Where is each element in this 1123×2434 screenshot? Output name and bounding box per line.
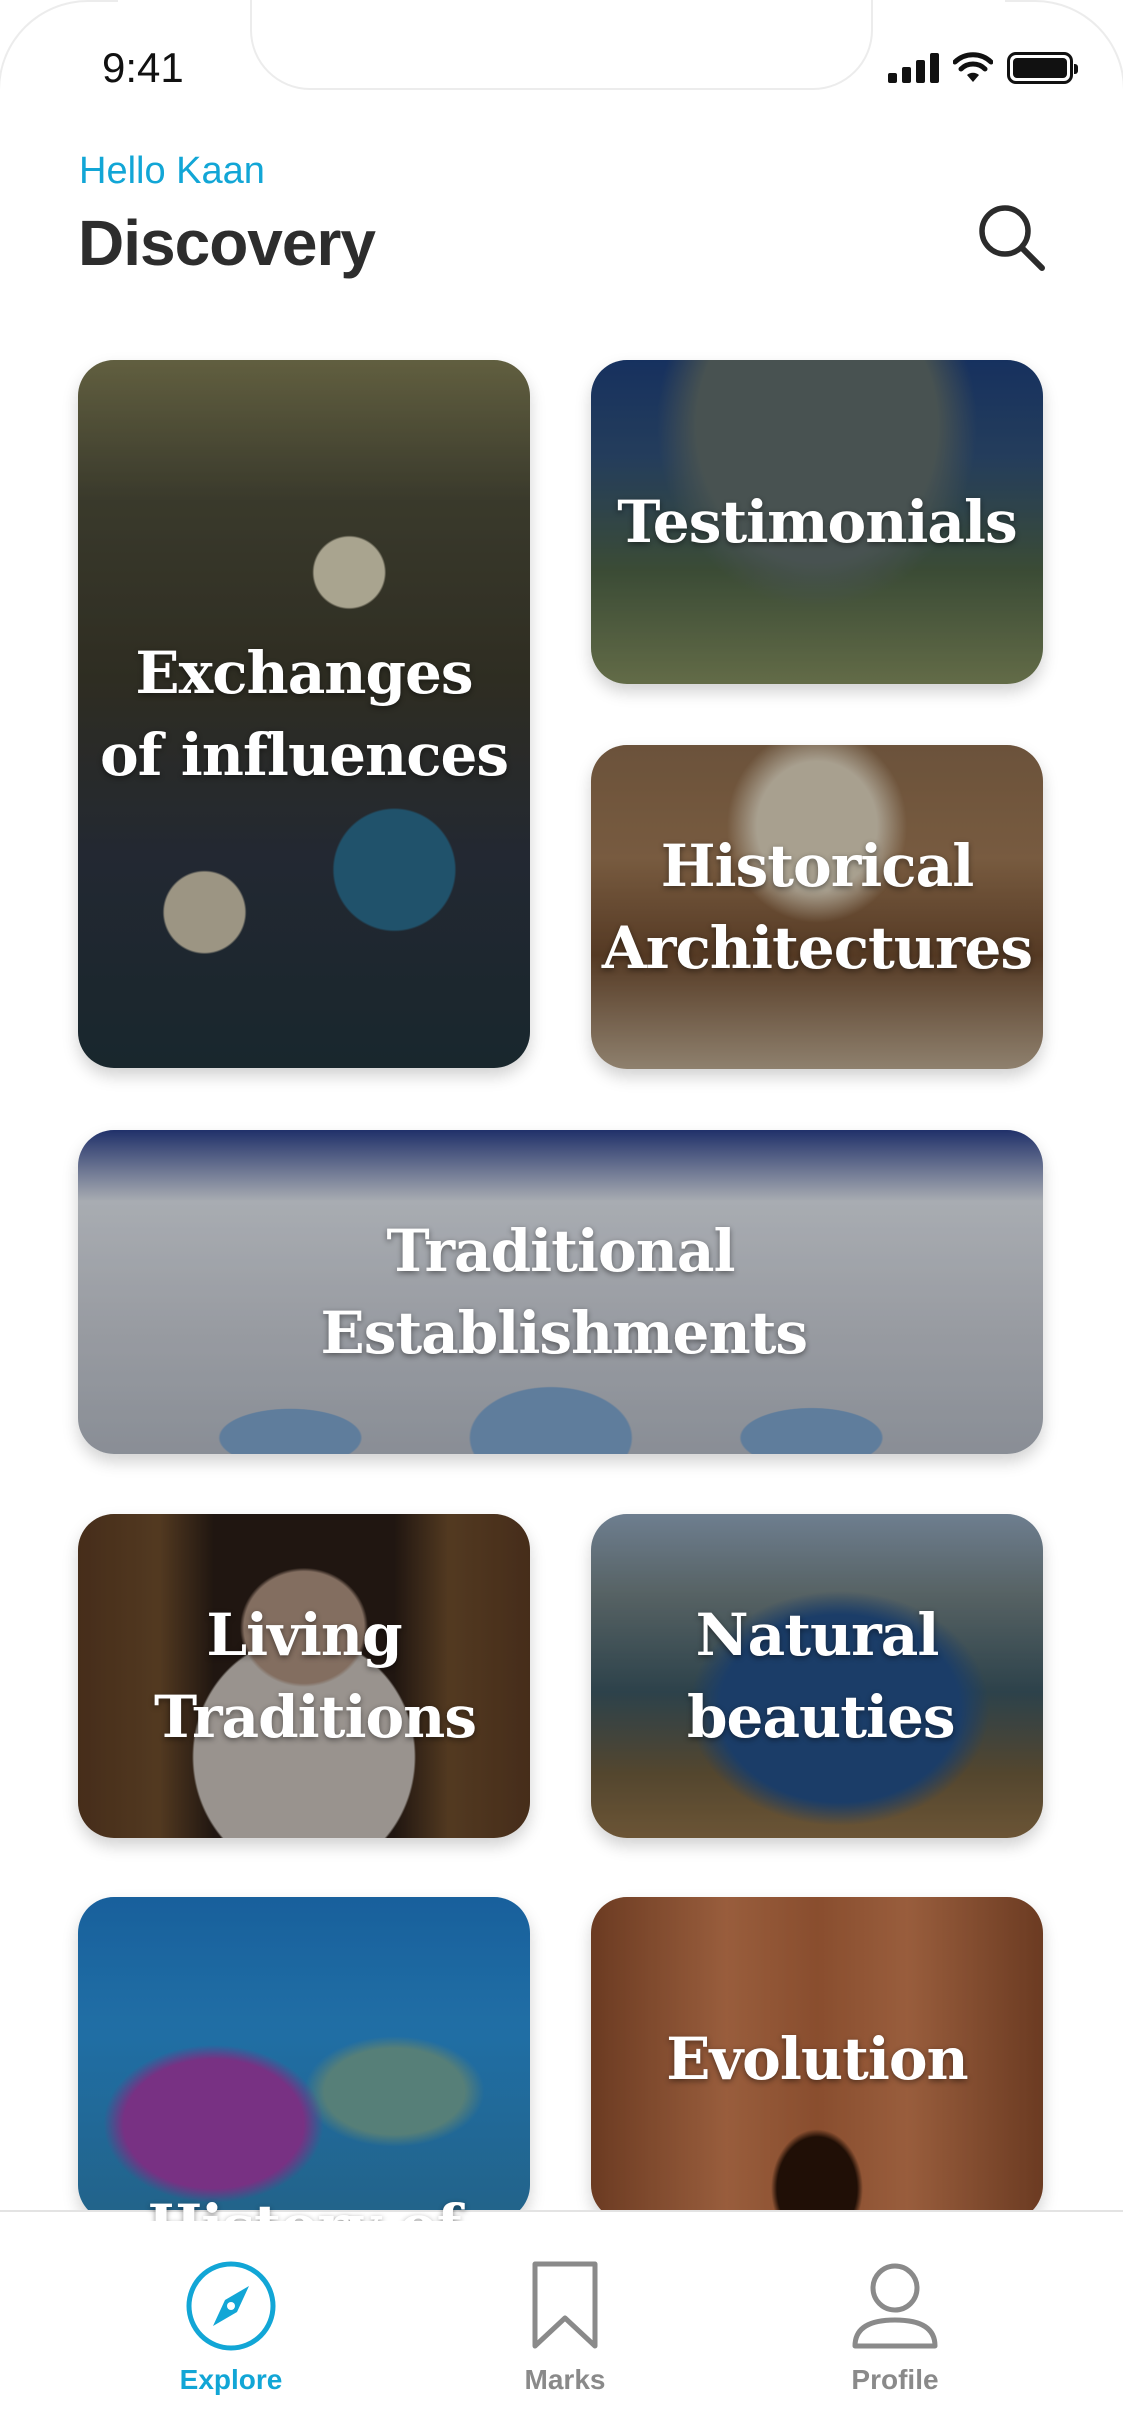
bookmark-icon [515, 2256, 615, 2356]
card-evolution[interactable]: Evolution [591, 1897, 1043, 2221]
card-label: Traditional Establishments [320, 1216, 809, 1367]
wifi-icon [953, 52, 993, 82]
card-label: Historical Architectures [601, 831, 1033, 982]
card-history-of[interactable]: History of [78, 1897, 530, 2221]
card-label: Testimonials [617, 487, 1017, 556]
status-time: 9:41 [102, 44, 184, 91]
battery-icon [1007, 52, 1078, 84]
signal-icon [888, 53, 939, 83]
card-testimonials[interactable]: Testimonials [591, 360, 1043, 684]
card-label: History of [127, 2185, 480, 2221]
card-label: Exchanges of influences [99, 638, 509, 789]
page-title: Discovery [78, 207, 376, 279]
greeting: Hello Kaan [79, 150, 265, 192]
search-icon [979, 205, 1045, 271]
device-frame-corner [0, 0, 118, 120]
card-historical-architectures[interactable]: Historical Architectures [591, 745, 1043, 1069]
nav-marks[interactable]: Marks [465, 2256, 665, 2396]
bottom-nav: Explore Marks Profile [0, 2210, 1123, 2434]
card-label: Living Traditions [154, 1600, 477, 1751]
card-label: Evolution [666, 2024, 968, 2093]
status-bar: 9:41 [0, 0, 1123, 130]
card-traditional-establishments[interactable]: Traditional Establishments [78, 1130, 1043, 1454]
status-icons [888, 52, 1078, 84]
card-living-traditions[interactable]: Living Traditions [78, 1514, 530, 1838]
compass-icon [181, 2256, 281, 2356]
nav-label: Explore [179, 2364, 283, 2395]
search-button[interactable] [970, 196, 1052, 278]
device-notch [250, 0, 873, 90]
card-label: Natural beauties [687, 1600, 956, 1751]
card-exchanges-of-influences[interactable]: Exchanges of influences [78, 360, 530, 1068]
nav-label: Marks [524, 2364, 606, 2395]
nav-profile[interactable]: Profile [795, 2256, 995, 2396]
nav-explore[interactable]: Explore [131, 2256, 331, 2396]
card-natural-beauties[interactable]: Natural beauties [591, 1514, 1043, 1838]
user-icon [845, 2256, 945, 2356]
nav-label: Profile [851, 2364, 939, 2395]
